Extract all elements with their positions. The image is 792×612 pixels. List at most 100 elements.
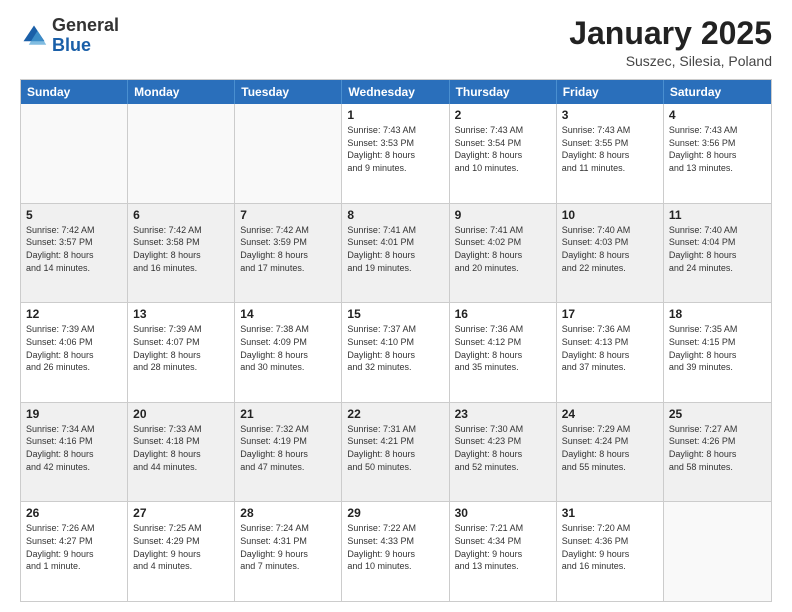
cell-info-line: Sunrise: 7:38 AM	[240, 323, 336, 336]
cell-info-line: Sunset: 4:31 PM	[240, 535, 336, 548]
cell-info-line: Sunset: 4:15 PM	[669, 336, 766, 349]
cell-info-line: Sunrise: 7:42 AM	[133, 224, 229, 237]
empty-cell-0-2	[235, 104, 342, 203]
location: Suszec, Silesia, Poland	[569, 53, 772, 69]
cell-info-line: Daylight: 8 hours	[562, 349, 658, 362]
day-number: 11	[669, 208, 766, 222]
day-number: 9	[455, 208, 551, 222]
cell-info-line: Sunset: 4:24 PM	[562, 435, 658, 448]
cell-info-line: Sunrise: 7:36 AM	[562, 323, 658, 336]
cell-info-line: Daylight: 8 hours	[347, 349, 443, 362]
cell-info-line: Sunset: 4:16 PM	[26, 435, 122, 448]
cell-info-line: Sunrise: 7:42 AM	[240, 224, 336, 237]
cell-info-line: Daylight: 8 hours	[133, 448, 229, 461]
logo-blue-text: Blue	[52, 35, 91, 55]
cell-info-line: and 32 minutes.	[347, 361, 443, 374]
cell-info-line: and 26 minutes.	[26, 361, 122, 374]
cell-info-line: Sunrise: 7:31 AM	[347, 423, 443, 436]
day-cell-31: 31Sunrise: 7:20 AMSunset: 4:36 PMDayligh…	[557, 502, 664, 601]
cell-info-line: and 17 minutes.	[240, 262, 336, 275]
calendar-row-3: 19Sunrise: 7:34 AMSunset: 4:16 PMDayligh…	[21, 403, 771, 503]
cell-info-line: Sunrise: 7:42 AM	[26, 224, 122, 237]
cell-info-line: and 13 minutes.	[455, 560, 551, 573]
cell-info-line: Sunset: 4:21 PM	[347, 435, 443, 448]
day-cell-13: 13Sunrise: 7:39 AMSunset: 4:07 PMDayligh…	[128, 303, 235, 402]
cell-info-line: Sunrise: 7:27 AM	[669, 423, 766, 436]
calendar-row-4: 26Sunrise: 7:26 AMSunset: 4:27 PMDayligh…	[21, 502, 771, 601]
cell-info-line: Sunrise: 7:43 AM	[669, 124, 766, 137]
cell-info-line: and 7 minutes.	[240, 560, 336, 573]
cell-info-line: Daylight: 9 hours	[347, 548, 443, 561]
cell-info-line: Daylight: 8 hours	[669, 448, 766, 461]
day-number: 19	[26, 407, 122, 421]
day-number: 7	[240, 208, 336, 222]
cell-info-line: Daylight: 8 hours	[26, 448, 122, 461]
day-cell-22: 22Sunrise: 7:31 AMSunset: 4:21 PMDayligh…	[342, 403, 449, 502]
cell-info-line: and 20 minutes.	[455, 262, 551, 275]
cell-info-line: Sunset: 4:06 PM	[26, 336, 122, 349]
cell-info-line: Daylight: 8 hours	[455, 448, 551, 461]
weekday-header-monday: Monday	[128, 80, 235, 104]
cell-info-line: and 30 minutes.	[240, 361, 336, 374]
cell-info-line: Daylight: 8 hours	[455, 349, 551, 362]
cell-info-line: Daylight: 8 hours	[562, 249, 658, 262]
cell-info-line: Sunset: 3:54 PM	[455, 137, 551, 150]
cell-info-line: Sunset: 4:19 PM	[240, 435, 336, 448]
header: General Blue January 2025 Suszec, Silesi…	[20, 16, 772, 69]
cell-info-line: Sunset: 4:29 PM	[133, 535, 229, 548]
cell-info-line: Daylight: 9 hours	[133, 548, 229, 561]
cell-info-line: Sunrise: 7:26 AM	[26, 522, 122, 535]
cell-info-line: Daylight: 9 hours	[240, 548, 336, 561]
cell-info-line: and 19 minutes.	[347, 262, 443, 275]
cell-info-line: Sunset: 4:01 PM	[347, 236, 443, 249]
calendar-row-0: 1Sunrise: 7:43 AMSunset: 3:53 PMDaylight…	[21, 104, 771, 204]
day-cell-2: 2Sunrise: 7:43 AMSunset: 3:54 PMDaylight…	[450, 104, 557, 203]
cell-info-line: and 16 minutes.	[562, 560, 658, 573]
cell-info-line: Daylight: 8 hours	[455, 249, 551, 262]
logo-general-text: General	[52, 15, 119, 35]
cell-info-line: Daylight: 8 hours	[455, 149, 551, 162]
cell-info-line: Sunrise: 7:35 AM	[669, 323, 766, 336]
day-number: 30	[455, 506, 551, 520]
cell-info-line: Sunset: 3:56 PM	[669, 137, 766, 150]
day-number: 27	[133, 506, 229, 520]
cell-info-line: Daylight: 8 hours	[562, 149, 658, 162]
cell-info-line: and 16 minutes.	[133, 262, 229, 275]
cell-info-line: Daylight: 8 hours	[347, 249, 443, 262]
weekday-header-thursday: Thursday	[450, 80, 557, 104]
day-cell-19: 19Sunrise: 7:34 AMSunset: 4:16 PMDayligh…	[21, 403, 128, 502]
cell-info-line: Daylight: 9 hours	[26, 548, 122, 561]
cell-info-line: Daylight: 8 hours	[347, 448, 443, 461]
cell-info-line: Sunset: 4:10 PM	[347, 336, 443, 349]
cell-info-line: Daylight: 8 hours	[562, 448, 658, 461]
day-number: 3	[562, 108, 658, 122]
day-cell-23: 23Sunrise: 7:30 AMSunset: 4:23 PMDayligh…	[450, 403, 557, 502]
cell-info-line: Sunset: 3:53 PM	[347, 137, 443, 150]
day-cell-18: 18Sunrise: 7:35 AMSunset: 4:15 PMDayligh…	[664, 303, 771, 402]
cell-info-line: Sunrise: 7:29 AM	[562, 423, 658, 436]
logo-icon	[20, 22, 48, 50]
cell-info-line: and 4 minutes.	[133, 560, 229, 573]
weekday-header-tuesday: Tuesday	[235, 80, 342, 104]
cell-info-line: Daylight: 8 hours	[26, 249, 122, 262]
cell-info-line: and 22 minutes.	[562, 262, 658, 275]
cell-info-line: and 55 minutes.	[562, 461, 658, 474]
cell-info-line: Sunrise: 7:24 AM	[240, 522, 336, 535]
cell-info-line: and 10 minutes.	[455, 162, 551, 175]
cell-info-line: Sunset: 4:26 PM	[669, 435, 766, 448]
day-number: 4	[669, 108, 766, 122]
title-section: January 2025 Suszec, Silesia, Poland	[569, 16, 772, 69]
cell-info-line: Sunset: 4:02 PM	[455, 236, 551, 249]
cell-info-line: Sunset: 4:23 PM	[455, 435, 551, 448]
day-number: 29	[347, 506, 443, 520]
cell-info-line: Daylight: 8 hours	[240, 448, 336, 461]
day-cell-9: 9Sunrise: 7:41 AMSunset: 4:02 PMDaylight…	[450, 204, 557, 303]
day-cell-28: 28Sunrise: 7:24 AMSunset: 4:31 PMDayligh…	[235, 502, 342, 601]
cell-info-line: Daylight: 8 hours	[669, 249, 766, 262]
cell-info-line: Sunset: 4:27 PM	[26, 535, 122, 548]
day-cell-4: 4Sunrise: 7:43 AMSunset: 3:56 PMDaylight…	[664, 104, 771, 203]
day-number: 31	[562, 506, 658, 520]
cell-info-line: and 35 minutes.	[455, 361, 551, 374]
day-cell-25: 25Sunrise: 7:27 AMSunset: 4:26 PMDayligh…	[664, 403, 771, 502]
day-cell-27: 27Sunrise: 7:25 AMSunset: 4:29 PMDayligh…	[128, 502, 235, 601]
